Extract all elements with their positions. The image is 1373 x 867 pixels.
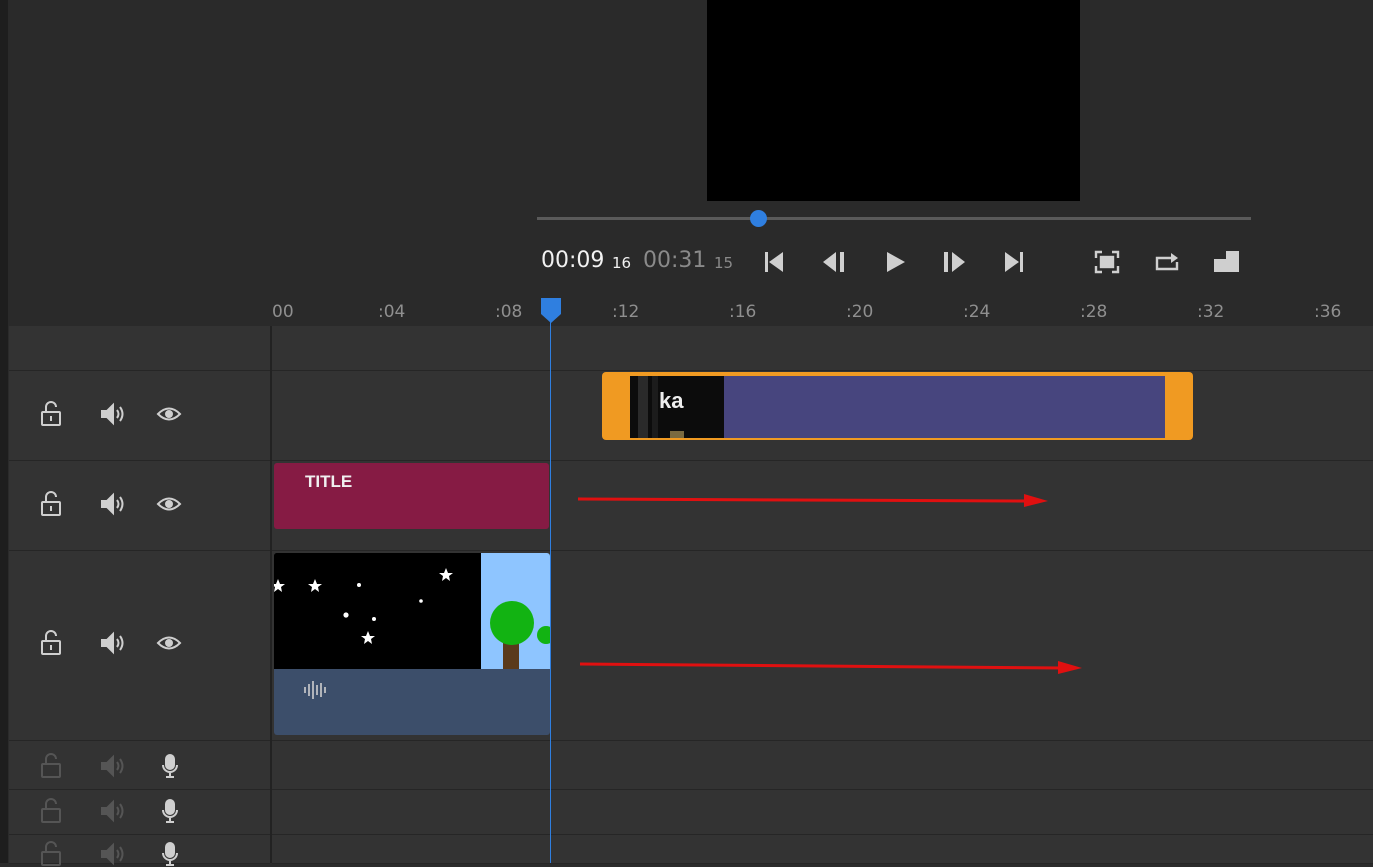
play-button[interactable]	[879, 246, 911, 278]
ruler-tick: :32	[1197, 302, 1225, 322]
lock-button[interactable]	[38, 841, 64, 867]
step-forward-icon	[944, 252, 965, 272]
lock-open-icon	[41, 798, 61, 823]
scrubber-track[interactable]	[537, 217, 1251, 220]
video-preview	[707, 0, 1080, 201]
thumbnail-text: ka	[659, 388, 684, 413]
mute-button[interactable]	[99, 491, 125, 517]
playhead-line	[550, 318, 551, 863]
lock-open-icon	[41, 401, 61, 426]
track-lane-audio-3[interactable]	[272, 835, 1373, 864]
step-back-button[interactable]	[818, 246, 850, 278]
eye-icon	[156, 497, 182, 511]
microphone-icon	[162, 799, 178, 823]
fullscreen-button[interactable]	[1091, 246, 1123, 278]
image-clip[interactable]	[274, 553, 550, 669]
loop-icon	[1155, 253, 1179, 271]
ruler-tick: :36	[1314, 302, 1342, 322]
step-forward-button[interactable]	[938, 246, 970, 278]
duration-time: 00:31	[643, 248, 707, 273]
record-button[interactable]	[157, 753, 183, 779]
eye-icon	[156, 407, 182, 421]
lock-open-icon	[41, 753, 61, 778]
visibility-button[interactable]	[156, 630, 182, 656]
ruler-tick: :08	[495, 302, 523, 322]
ruler-tick: :16	[729, 302, 757, 322]
title-clip-label: TITLE	[305, 472, 353, 491]
ruler-tick: :28	[1080, 302, 1108, 322]
fullscreen-icon	[1094, 250, 1120, 274]
time-ruler[interactable]	[8, 296, 1373, 326]
skip-to-end-icon	[1005, 252, 1023, 272]
step-back-icon	[823, 252, 844, 272]
track-header-empty	[9, 326, 270, 371]
ruler-tick: :24	[963, 302, 991, 322]
ruler-tick: 00	[272, 302, 294, 322]
lock-button[interactable]	[38, 630, 64, 656]
speaker-icon	[101, 631, 124, 655]
mute-button[interactable]	[99, 630, 125, 656]
current-frames: 16	[612, 254, 632, 272]
mute-button[interactable]	[99, 798, 125, 824]
mute-button[interactable]	[99, 753, 125, 779]
annotation-arrow	[577, 494, 1048, 507]
export-frame-button[interactable]	[1211, 246, 1243, 278]
skip-to-start-button[interactable]	[758, 246, 790, 278]
ruler-tick: :20	[846, 302, 874, 322]
lock-open-icon	[41, 630, 61, 655]
eye-icon	[156, 636, 182, 650]
playhead-handle[interactable]	[540, 297, 562, 323]
lock-button[interactable]	[38, 798, 64, 824]
speaker-icon	[101, 402, 124, 426]
speaker-icon	[101, 799, 124, 823]
current-time: 00:09	[541, 248, 605, 273]
microphone-icon	[162, 842, 178, 866]
record-button[interactable]	[157, 841, 183, 867]
annotation-arrow	[579, 661, 1082, 674]
visibility-button[interactable]	[156, 491, 182, 517]
mute-button[interactable]	[99, 841, 125, 867]
mute-button[interactable]	[99, 401, 125, 427]
microphone-icon	[162, 754, 178, 778]
speaker-icon	[101, 754, 124, 778]
loop-button[interactable]	[1151, 246, 1183, 278]
skip-to-start-icon	[765, 252, 783, 272]
play-icon	[887, 252, 905, 272]
record-button[interactable]	[157, 798, 183, 824]
skip-to-end-button[interactable]	[998, 246, 1030, 278]
export-frame-icon	[1214, 251, 1239, 272]
header-divider	[270, 326, 272, 863]
audio-clip[interactable]	[274, 669, 550, 735]
speaker-icon	[101, 492, 124, 516]
lock-button[interactable]	[38, 401, 64, 427]
lock-button[interactable]	[38, 491, 64, 517]
lock-button[interactable]	[38, 753, 64, 779]
track-lane-audio-1[interactable]	[272, 741, 1373, 790]
ruler-tick: :12	[612, 302, 640, 322]
night-sky-thumbnail	[274, 553, 550, 669]
visibility-button[interactable]	[156, 401, 182, 427]
left-edge	[0, 0, 8, 863]
track-lane-audio-2[interactable]	[272, 790, 1373, 835]
waveform-icon	[304, 681, 326, 699]
ruler-tick: :04	[378, 302, 406, 322]
track-lane-empty[interactable]	[272, 326, 1373, 371]
lock-open-icon	[41, 491, 61, 516]
lock-open-icon	[41, 841, 61, 866]
duration-frames: 15	[714, 254, 734, 272]
speaker-icon	[101, 842, 124, 866]
